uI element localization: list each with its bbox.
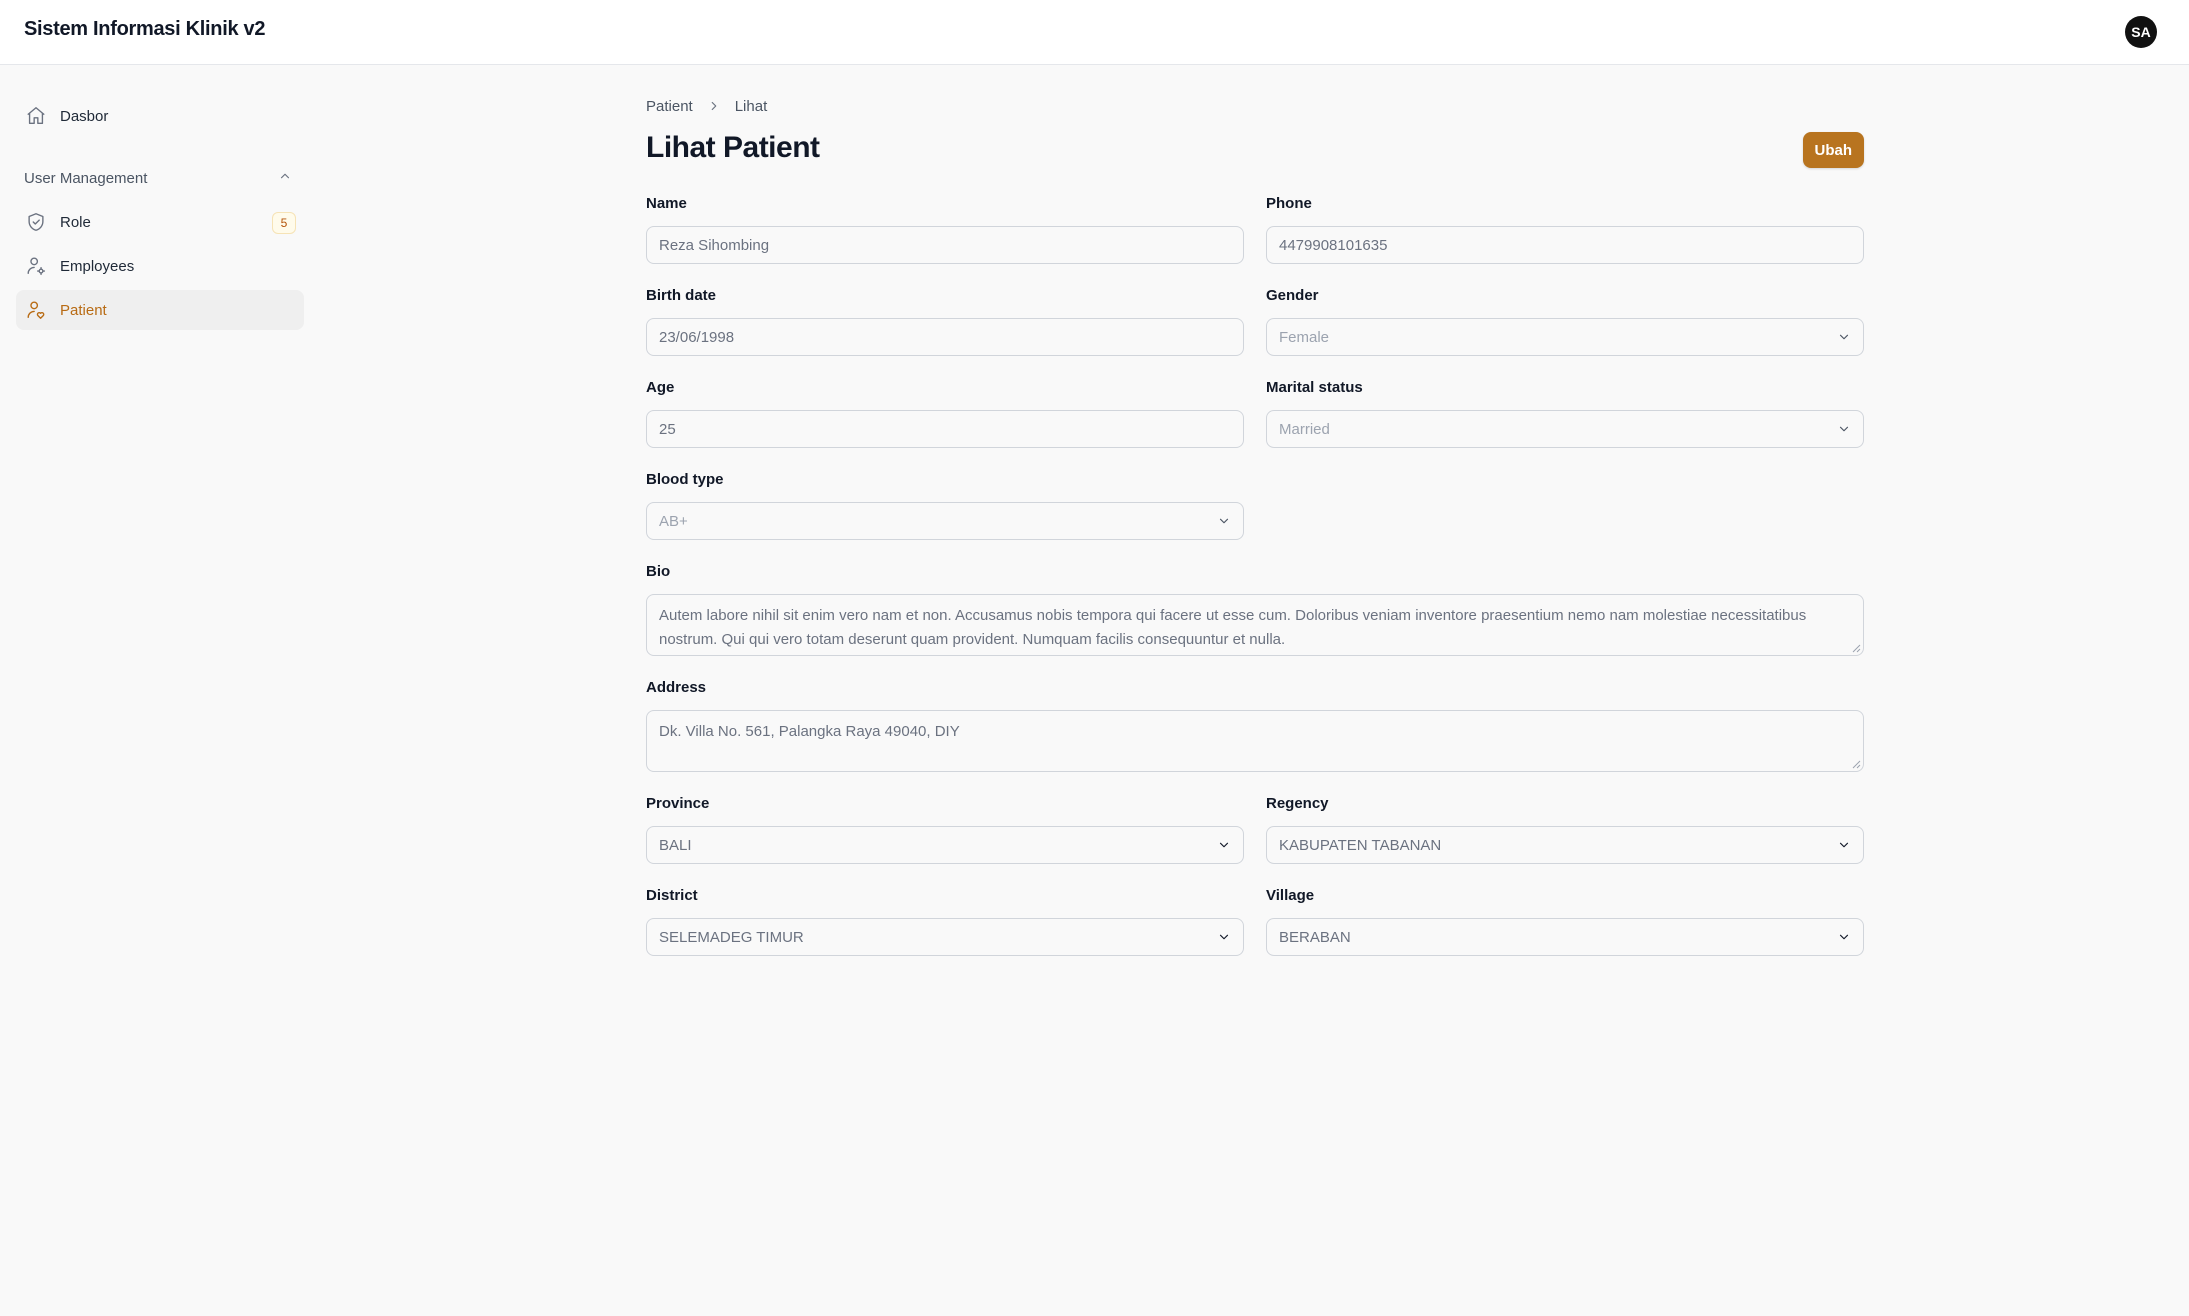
role-count-badge: 5 xyxy=(272,212,296,234)
bio-textarea[interactable]: Autem labore nihil sit enim vero nam et … xyxy=(646,594,1864,656)
sidebar-item-label: Employees xyxy=(60,257,135,275)
chevron-down-icon xyxy=(1217,514,1231,528)
chevron-down-icon xyxy=(1217,838,1231,852)
name-field-group: Name Reza Sihombing xyxy=(646,194,1244,264)
district-field-group: District SELEMADEG TIMUR xyxy=(646,886,1244,956)
address-textarea[interactable]: Dk. Villa No. 561, Palangka Raya 49040, … xyxy=(646,710,1864,772)
marital-status-field-group: Marital status Married xyxy=(1266,378,1864,448)
chevron-down-icon xyxy=(1837,930,1851,944)
province-select[interactable]: BALI xyxy=(646,826,1244,864)
page-title: Lihat Patient xyxy=(646,131,820,164)
age-field-group: Age 25 xyxy=(646,378,1244,448)
address-field-group: Address Dk. Villa No. 561, Palangka Raya… xyxy=(646,678,1864,772)
bio-value: Autem labore nihil sit enim vero nam et … xyxy=(659,607,1807,648)
province-value: BALI xyxy=(659,836,692,854)
shield-check-icon xyxy=(24,210,48,234)
district-select[interactable]: SELEMADEG TIMUR xyxy=(646,918,1244,956)
province-label: Province xyxy=(646,795,710,812)
chevron-down-icon xyxy=(1217,930,1231,944)
patient-form: Name Reza Sihombing Phone 4479908101635 … xyxy=(646,194,1864,956)
birth-date-value: 23/06/1998 xyxy=(659,328,735,346)
chevron-down-icon xyxy=(1837,422,1851,436)
chevron-down-icon xyxy=(1837,330,1851,344)
sidebar-group-label: User Management xyxy=(24,169,148,187)
page-header: Lihat Patient Ubah xyxy=(646,126,1864,170)
village-value: BERABAN xyxy=(1279,928,1351,946)
address-value: Dk. Villa No. 561, Palangka Raya 49040, … xyxy=(659,723,960,740)
village-select[interactable]: BERABAN xyxy=(1266,918,1864,956)
marital-status-value: Married xyxy=(1279,420,1330,438)
village-label: Village xyxy=(1266,887,1315,904)
bio-label: Bio xyxy=(646,563,671,580)
age-input[interactable]: 25 xyxy=(646,410,1244,448)
sidebar-item-employees[interactable]: Employees xyxy=(16,246,304,286)
district-value: SELEMADEG TIMUR xyxy=(659,928,804,946)
address-label: Address xyxy=(646,679,707,696)
user-avatar[interactable]: SA xyxy=(2125,16,2157,48)
age-value: 25 xyxy=(659,420,676,438)
gender-value: Female xyxy=(1279,328,1330,346)
top-bar: Sistem Informasi Klinik v2 SA xyxy=(0,0,2189,65)
gender-label: Gender xyxy=(1266,287,1319,304)
blood-type-field-group: Blood type AB+ xyxy=(646,470,1244,540)
user-heart-icon xyxy=(24,298,48,322)
empty-cell xyxy=(1266,470,1864,540)
phone-label: Phone xyxy=(1266,195,1312,212)
breadcrumb: Patient Lihat xyxy=(646,96,1864,116)
phone-input[interactable]: 4479908101635 xyxy=(1266,226,1864,264)
sidebar-item-patient[interactable]: Patient xyxy=(16,290,304,330)
sidebar: Dasbor User Management Role 5 Employees … xyxy=(16,96,304,334)
gender-select[interactable]: Female xyxy=(1266,318,1864,356)
sidebar-item-label: Role xyxy=(60,213,91,231)
village-field-group: Village BERABAN xyxy=(1266,886,1864,956)
sidebar-item-label: Patient xyxy=(60,301,107,319)
regency-select[interactable]: KABUPATEN TABANAN xyxy=(1266,826,1864,864)
chevron-right-icon xyxy=(707,99,721,113)
name-value: Reza Sihombing xyxy=(659,236,770,254)
blood-type-select[interactable]: AB+ xyxy=(646,502,1244,540)
main-content: Patient Lihat Lihat Patient Ubah Name Re… xyxy=(646,96,1864,956)
breadcrumb-current: Lihat xyxy=(734,97,768,115)
district-label: District xyxy=(646,887,698,904)
sidebar-item-dashboard[interactable]: Dasbor xyxy=(16,96,304,136)
sidebar-item-label: Dasbor xyxy=(60,107,109,125)
birth-date-field-group: Birth date 23/06/1998 xyxy=(646,286,1244,356)
regency-label: Regency xyxy=(1266,795,1329,812)
name-input[interactable]: Reza Sihombing xyxy=(646,226,1244,264)
gender-field-group: Gender Female xyxy=(1266,286,1864,356)
home-icon xyxy=(24,104,48,128)
chevron-up-icon xyxy=(278,169,292,187)
phone-field-group: Phone 4479908101635 xyxy=(1266,194,1864,264)
user-cog-icon xyxy=(24,254,48,278)
regency-value: KABUPATEN TABANAN xyxy=(1279,836,1442,854)
marital-status-label: Marital status xyxy=(1266,379,1363,396)
birth-date-label: Birth date xyxy=(646,287,717,304)
resize-handle-icon[interactable] xyxy=(1852,760,1861,769)
blood-type-value: AB+ xyxy=(659,512,688,530)
name-label: Name xyxy=(646,195,687,212)
age-label: Age xyxy=(646,379,675,396)
birth-date-input[interactable]: 23/06/1998 xyxy=(646,318,1244,356)
phone-value: 4479908101635 xyxy=(1279,236,1388,254)
breadcrumb-parent-link[interactable]: Patient xyxy=(646,98,693,115)
sidebar-item-role[interactable]: Role 5 xyxy=(16,202,304,242)
marital-status-select[interactable]: Married xyxy=(1266,410,1864,448)
province-field-group: Province BALI xyxy=(646,794,1244,864)
resize-handle-icon[interactable] xyxy=(1852,644,1861,653)
bio-field-group: Bio Autem labore nihil sit enim vero nam… xyxy=(646,562,1864,656)
chevron-down-icon xyxy=(1837,838,1851,852)
regency-field-group: Regency KABUPATEN TABANAN xyxy=(1266,794,1864,864)
blood-type-label: Blood type xyxy=(646,471,724,488)
app-title[interactable]: Sistem Informasi Klinik v2 xyxy=(24,18,265,41)
edit-button[interactable]: Ubah xyxy=(1802,132,1864,168)
sidebar-group-user-management[interactable]: User Management xyxy=(16,158,304,198)
